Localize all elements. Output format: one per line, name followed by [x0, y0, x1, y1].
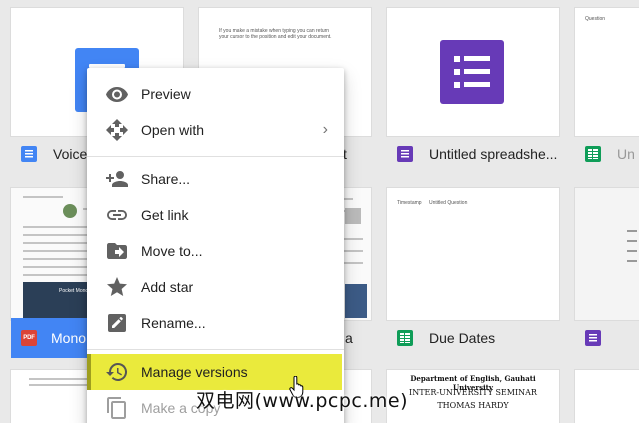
menu-item-share[interactable]: Share...	[87, 161, 344, 197]
chevron-right-icon: ›	[322, 121, 328, 138]
file-caption-right-bottom[interactable]	[575, 318, 639, 358]
file-thumbnail-untitled-right[interactable]: Question	[575, 8, 639, 136]
menu-item-label: Share...	[141, 171, 191, 187]
menu-item-label: Add star	[141, 279, 194, 295]
file-thumbnail-right-bottom[interactable]	[575, 188, 639, 320]
file-thumbnail-row3-right[interactable]	[575, 370, 639, 423]
menu-item-label: Manage versions	[141, 364, 248, 380]
menu-item-move-to[interactable]: Move to...	[87, 233, 344, 269]
eye-icon	[105, 82, 129, 106]
history-icon	[105, 360, 129, 384]
file-name: Voice	[53, 146, 88, 162]
folder-move-icon	[105, 239, 129, 263]
watermark-text: 双电网(www.pcpc.me)	[196, 390, 408, 412]
menu-item-add-star[interactable]: Add star	[87, 269, 344, 305]
menu-divider	[87, 349, 344, 350]
file-caption-due-dates[interactable]: Due Dates	[387, 318, 559, 358]
sheet-preview-text: Question	[585, 16, 606, 22]
menu-item-rename[interactable]: Rename...	[87, 305, 344, 341]
menu-item-label: Get link	[141, 207, 189, 223]
file-name: Due Dates	[429, 330, 496, 346]
sheet-header-question: Untitled Question	[429, 200, 468, 206]
menu-divider	[87, 156, 344, 157]
menu-item-label: Preview	[141, 86, 191, 102]
add-person-icon	[105, 167, 129, 191]
forms-icon	[397, 146, 413, 162]
pdf-icon: PDF	[21, 330, 37, 346]
seminar-line-3: THOMAS HARDY	[437, 401, 509, 410]
file-caption-untitled-spreadsheet[interactable]: Untitled spreadshe...	[387, 134, 559, 174]
file-thumbnail-due-dates[interactable]: Timestamp Untitled Question	[387, 188, 559, 320]
seminar-line-2: INTER-UNIVERSITY SEMINAR	[409, 388, 537, 397]
file-thumbnail-gauhati[interactable]: Department of English, Gauhati Universit…	[387, 370, 559, 423]
menu-item-label: Rename...	[141, 315, 206, 331]
menu-item-preview[interactable]: Preview	[87, 76, 344, 112]
copy-icon	[105, 396, 129, 420]
file-name: Untitled spreadshe...	[429, 146, 558, 162]
document-preview-text: If you make a mistake when typing you ca…	[219, 28, 332, 40]
sheets-icon	[585, 146, 601, 162]
sheet-header-timestamp: Timestamp	[397, 200, 422, 206]
menu-item-label: Open with	[141, 122, 205, 138]
star-icon	[105, 275, 129, 299]
file-name: a	[345, 330, 353, 346]
docs-icon	[21, 146, 37, 162]
link-icon	[105, 203, 129, 227]
file-caption-untitled-right[interactable]: Un	[575, 134, 639, 174]
menu-item-label: Move to...	[141, 243, 203, 259]
file-context-menu: Preview Open with › Share... Get link Mo…	[87, 68, 344, 423]
move-arrows-icon	[105, 118, 129, 142]
menu-item-open-with[interactable]: Open with ›	[87, 112, 344, 148]
menu-item-get-link[interactable]: Get link	[87, 197, 344, 233]
file-name: Un	[617, 146, 635, 162]
preview-subtitle: Pocket Mono	[59, 288, 89, 294]
forms-icon	[585, 330, 601, 346]
forms-file-icon	[440, 40, 504, 104]
sheets-icon	[397, 330, 413, 346]
pencil-icon	[105, 311, 129, 335]
file-name: Mono	[51, 330, 87, 346]
